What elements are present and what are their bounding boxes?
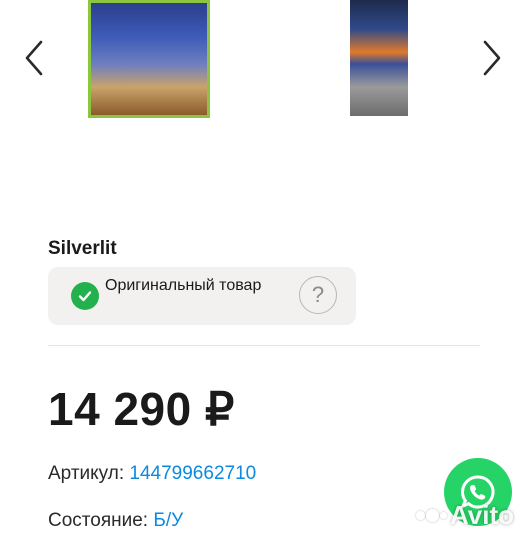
condition-label: Состояние: xyxy=(48,510,149,531)
question-icon[interactable]: ? xyxy=(299,276,337,314)
article-row: Артикул: 144799662710 xyxy=(48,463,256,485)
original-product-badge: Оригинальный товар ? xyxy=(48,267,356,325)
gallery-thumbnail[interactable] xyxy=(350,0,408,116)
image-gallery xyxy=(0,0,524,125)
condition-row: Состояние: Б/У xyxy=(48,510,183,532)
article-label: Артикул: xyxy=(48,463,125,484)
original-product-label: Оригинальный товар xyxy=(105,277,262,294)
article-number-link[interactable]: 144799662710 xyxy=(129,463,256,484)
divider xyxy=(48,345,480,346)
check-circle-icon xyxy=(71,282,99,310)
avito-watermark-text: Avito xyxy=(450,500,515,530)
prev-image-button[interactable] xyxy=(14,36,54,80)
price: 14 290 ₽ xyxy=(48,383,235,435)
condition-value-link[interactable]: Б/У xyxy=(153,510,183,531)
avito-watermark: Avito xyxy=(416,500,514,531)
avito-logo-icon xyxy=(416,509,447,522)
gallery-thumbnail-selected[interactable] xyxy=(88,0,210,118)
chevron-left-icon xyxy=(25,40,43,76)
brand-name[interactable]: Silverlit xyxy=(48,238,117,260)
chevron-right-icon xyxy=(483,40,501,76)
next-image-button[interactable] xyxy=(472,36,512,80)
